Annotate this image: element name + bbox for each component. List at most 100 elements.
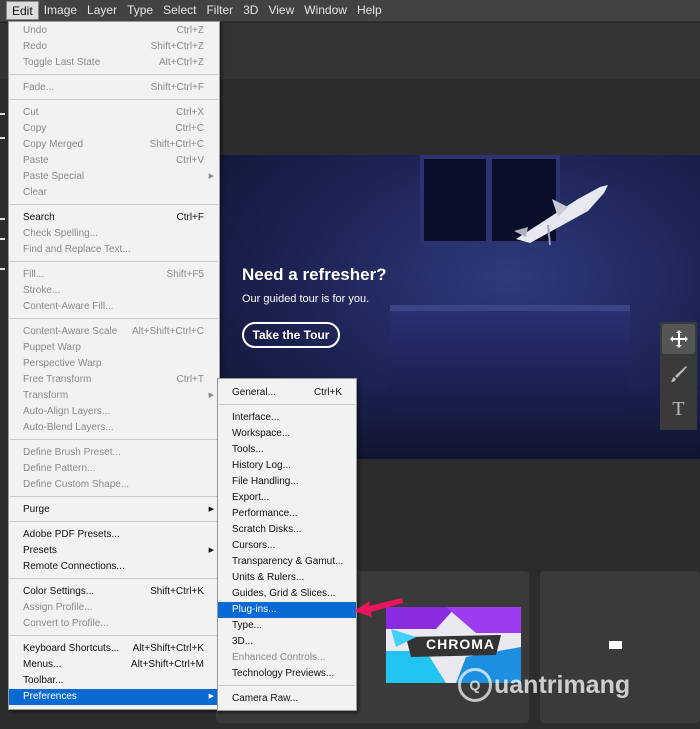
menu-item-label: Check Spelling...: [23, 228, 99, 239]
menu-item-label: Fade...: [23, 82, 55, 93]
menu-item-shortcut: Ctrl+Z: [176, 25, 205, 36]
submenu-arrow-icon: ▶: [208, 547, 214, 554]
menu-separator: [10, 99, 218, 100]
menu-item-type[interactable]: Type...: [218, 618, 356, 634]
panel-edge-mark: [0, 113, 5, 115]
menu-item-search[interactable]: Search Ctrl+F: [9, 210, 219, 226]
brush-icon[interactable]: [662, 359, 695, 389]
menu-item-shortcut: Ctrl+C: [175, 123, 204, 134]
menu-item-label: Cursors...: [232, 540, 276, 551]
menu-item-color-settings[interactable]: Color Settings... Shift+Ctrl+K: [9, 584, 219, 600]
menu-item-interface[interactable]: Interface...: [218, 410, 356, 426]
menu-help[interactable]: Help: [352, 1, 387, 20]
menu-item-plug-ins[interactable]: Plug-ins...: [218, 602, 356, 618]
menu-window[interactable]: Window: [299, 1, 352, 20]
watermark-text: uantrimang: [494, 670, 631, 699]
menu-item-label: General...: [232, 387, 276, 398]
panel-edge-mark: [0, 268, 5, 270]
panel-edge-mark: [0, 218, 5, 220]
menu-item-puppet-warp: Puppet Warp: [9, 340, 219, 356]
menu-layer[interactable]: Layer: [82, 1, 122, 20]
menu-item-scratch-disks[interactable]: Scratch Disks...: [218, 522, 356, 538]
menu-item-file-handling[interactable]: File Handling...: [218, 474, 356, 490]
menu-item-label: Puppet Warp: [23, 342, 81, 353]
menu-item-remote-connections[interactable]: Remote Connections...: [9, 559, 219, 575]
menu-item-transparency-gamut[interactable]: Transparency & Gamut...: [218, 554, 356, 570]
menu-type[interactable]: Type: [122, 1, 158, 20]
watermark-logo-icon: Q: [458, 668, 492, 702]
menu-item-convert-to-profile: Convert to Profile...: [9, 616, 219, 632]
menu-item-adobe-pdf-presets[interactable]: Adobe PDF Presets...: [9, 527, 219, 543]
menu-item-label: Purge: [23, 504, 50, 515]
menu-item-shortcut: Ctrl+T: [176, 374, 205, 385]
menu-item-3d[interactable]: 3D...: [218, 634, 356, 650]
menu-item-label: Free Transform: [23, 374, 92, 385]
menu-3d[interactable]: 3D: [238, 1, 263, 20]
menu-item-label: Auto-Align Layers...: [23, 406, 111, 417]
menu-item-performance[interactable]: Performance...: [218, 506, 356, 522]
menu-item-label: Auto-Blend Layers...: [23, 422, 114, 433]
menu-item-label: Define Custom Shape...: [23, 479, 130, 490]
menu-filter[interactable]: Filter: [201, 1, 238, 20]
menu-item-label: Plug-ins...: [232, 604, 277, 615]
menu-item-clear: Clear: [9, 185, 219, 201]
menu-item-label: Technology Previews...: [232, 668, 335, 679]
menu-item-toggle-last-state: Toggle Last State Alt+Ctrl+Z: [9, 55, 219, 71]
document-preview-mark: [609, 641, 622, 649]
menu-item-label: Perspective Warp: [23, 358, 102, 369]
menu-item-transform: Transform ▶: [9, 388, 219, 404]
submenu-arrow-icon: ▶: [208, 506, 214, 513]
menu-item-redo: Redo Shift+Ctrl+Z: [9, 39, 219, 55]
take-the-tour-button[interactable]: Take the Tour: [242, 322, 340, 348]
menu-item-general[interactable]: General... Ctrl+K: [218, 385, 356, 401]
menu-bar: Edit Image Layer Type Select Filter 3D View Wind…: [0, 0, 700, 22]
hero-title: Need a refresher?: [242, 265, 387, 284]
menu-item-technology-previews[interactable]: Technology Previews...: [218, 666, 356, 682]
menu-item-label: Clear: [23, 187, 47, 198]
menu-item-workspace[interactable]: Workspace...: [218, 426, 356, 442]
menu-item-label: Transparency & Gamut...: [232, 556, 344, 567]
menu-separator: [10, 635, 218, 636]
menu-item-purge[interactable]: Purge ▶: [9, 502, 219, 518]
menu-item-toolbar[interactable]: Toolbar...: [9, 673, 219, 689]
menu-image[interactable]: Image: [39, 1, 82, 20]
menu-item-menus[interactable]: Menus... Alt+Shift+Ctrl+M: [9, 657, 219, 673]
menu-item-cursors[interactable]: Cursors...: [218, 538, 356, 554]
menu-item-shortcut: Ctrl+F: [176, 212, 205, 223]
menu-item-export[interactable]: Export...: [218, 490, 356, 506]
menu-item-keyboard-shortcuts[interactable]: Keyboard Shortcuts... Alt+Shift+Ctrl+K: [9, 641, 219, 657]
menu-item-label: File Handling...: [232, 476, 299, 487]
menu-item-label: Workspace...: [232, 428, 291, 439]
menu-item-auto-align-layers: Auto-Align Layers...: [9, 404, 219, 420]
menu-item-label: Menus...: [23, 659, 62, 670]
menu-item-camera-raw[interactable]: Camera Raw...: [218, 691, 356, 707]
menu-item-label: Copy Merged: [23, 139, 84, 150]
menu-item-label: Keyboard Shortcuts...: [23, 643, 120, 654]
menu-item-units-rulers[interactable]: Units & Rulers...: [218, 570, 356, 586]
menu-item-preferences[interactable]: Preferences ▶: [9, 689, 219, 705]
menu-separator: [10, 521, 218, 522]
menu-edit[interactable]: Edit: [6, 1, 39, 20]
menu-item-label: Remote Connections...: [23, 561, 125, 572]
menu-item-label: 3D...: [232, 636, 254, 647]
chroma-title: CHROMA: [426, 636, 495, 652]
menu-item-paste: Paste Ctrl+V: [9, 153, 219, 169]
menu-item-history-log[interactable]: History Log...: [218, 458, 356, 474]
menu-view[interactable]: View: [263, 1, 299, 20]
menu-item-label: Search: [23, 212, 55, 223]
menu-item-label: Type...: [232, 620, 263, 631]
type-icon[interactable]: T: [662, 394, 695, 424]
menu-item-shortcut: Ctrl+V: [175, 155, 204, 166]
menu-select[interactable]: Select: [158, 1, 201, 20]
menu-item-presets[interactable]: Presets ▶: [9, 543, 219, 559]
menu-item-guides-grid-slices[interactable]: Guides, Grid & Slices...: [218, 586, 356, 602]
menu-item-label: Convert to Profile...: [23, 618, 109, 629]
menu-item-tools[interactable]: Tools...: [218, 442, 356, 458]
panel-edge-mark: [0, 137, 5, 139]
move-icon[interactable]: [662, 324, 695, 354]
menu-item-shortcut: Shift+Ctrl+K: [150, 586, 204, 597]
menu-item-label: Undo: [23, 25, 47, 36]
annotation-arrow-icon: [354, 598, 403, 617]
menu-item-cut: Cut Ctrl+X: [9, 105, 219, 121]
menu-item-label: Color Settings...: [23, 586, 95, 597]
